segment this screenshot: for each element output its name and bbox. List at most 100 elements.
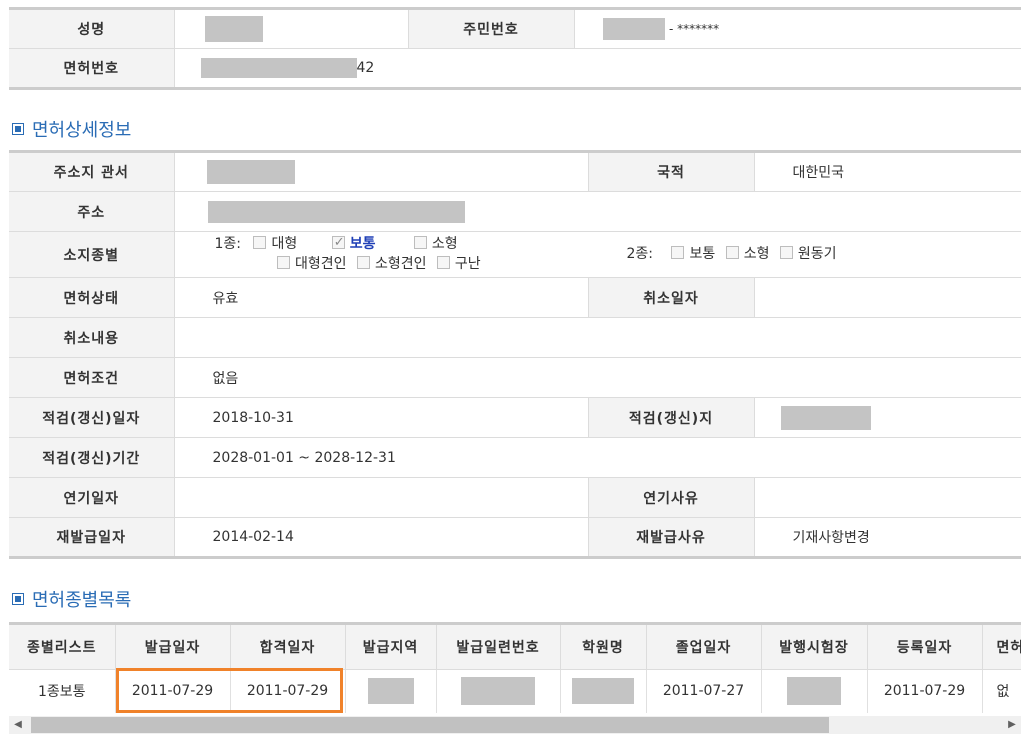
section-bullet-icon [12, 593, 24, 605]
license-no-tail: 42 [356, 60, 375, 76]
masked-value [602, 18, 665, 40]
col-header: 발급일련번호 [436, 625, 561, 670]
renew-place-label: 적검(갱신)지 [588, 397, 755, 438]
class2-label: 2종: [626, 246, 654, 262]
renew-period-value: 2028-01-01 ~ 2028-12-31 [174, 437, 1021, 478]
address-label: 주소 [9, 191, 175, 232]
checkbox-wrecker-label: 구난 [454, 256, 481, 272]
col-header: 종별리스트 [9, 625, 116, 670]
detail-table: 주소지 관서 국적 대한민국 주소 소지종별 1종: 대형 보통 소형 대형견인… [9, 150, 1021, 559]
table-row: 연기일자 연기사유 [9, 477, 1021, 518]
masked-value [787, 677, 841, 706]
rrn-suffix: - ******* [668, 22, 720, 36]
checkbox-large-tow[interactable] [276, 256, 290, 269]
col-header: 합격일자 [230, 625, 346, 670]
reissue-reason-label: 재발급사유 [588, 517, 755, 558]
checkbox-regular-label: 보통 [349, 236, 376, 252]
status-label: 면허상태 [9, 277, 175, 318]
masked-value [572, 678, 634, 705]
scroll-right-arrow-icon[interactable]: ▶ [1003, 716, 1021, 734]
delay-date-value [174, 477, 589, 518]
cancel-content-value [174, 317, 1021, 358]
detail-section-title-text: 면허상세정보 [32, 120, 132, 141]
cell-issue-serial [436, 669, 561, 713]
table-row: 적검(갱신)기간 2028-01-01 ~ 2028-12-31 [9, 437, 1021, 478]
rrn-label: 주민번호 [408, 8, 575, 49]
checkbox-class2-moped[interactable] [779, 246, 793, 259]
cancel-date-label: 취소일자 [588, 277, 755, 318]
checkbox-large[interactable] [253, 236, 267, 249]
license-type-value: 1종: 대형 보통 소형 대형견인 소형견인 구난 2종: 보통 소형 원동기 [174, 231, 1021, 278]
list-section-title-text: 면허종별목록 [32, 590, 132, 611]
highlight-box [116, 668, 343, 713]
cancel-content-label: 취소내용 [9, 317, 175, 358]
col-header: 졸업일자 [646, 625, 762, 670]
col-header: 면허 [982, 625, 1021, 670]
reissue-reason-value: 기재사항변경 [792, 530, 870, 546]
table-row: 취소내용 [9, 317, 1021, 358]
table-row: 적검(갱신)일자 2018-10-31 적검(갱신)지 [9, 397, 1021, 438]
checkbox-large-tow-label: 대형견인 [294, 256, 347, 272]
table-row: 면허번호 42 [9, 48, 1021, 89]
checkbox-small-tow[interactable] [356, 256, 370, 269]
cancel-date-value [754, 277, 1021, 318]
cell-graduation-date: 2011-07-27 [646, 669, 762, 713]
checkbox-class2-regular[interactable] [671, 246, 685, 259]
license-type-label: 소지종별 [9, 231, 175, 278]
checkbox-class2-small[interactable] [725, 246, 739, 259]
renew-date-label: 적검(갱신)일자 [9, 397, 175, 438]
masked-value [461, 677, 535, 706]
condition-label: 면허조건 [9, 357, 175, 398]
col-header: 발행시험장 [761, 625, 868, 670]
cell-type: 1종보통 [9, 669, 116, 713]
delay-reason-value [754, 477, 1021, 518]
checkbox-small-label: 소형 [431, 236, 458, 252]
delay-reason-label: 연기사유 [588, 477, 755, 518]
name-value [174, 8, 409, 49]
masked-value [206, 160, 295, 184]
header-row: 종별리스트 발급일자 합격일자 발급지역 발급일련번호 학원명 졸업일자 발행시… [9, 625, 1021, 670]
table-row: 소지종별 1종: 대형 보통 소형 대형견인 소형견인 구난 2종: 보통 소형… [9, 231, 1021, 278]
cell-academy [560, 669, 647, 713]
checkbox-small-tow-label: 소형견인 [374, 256, 427, 272]
office-value [174, 151, 589, 192]
masked-value [780, 405, 871, 430]
address-value [174, 191, 1021, 232]
rrn-value: - ******* [574, 8, 1021, 49]
checkbox-small[interactable] [413, 236, 427, 249]
renew-place-value [754, 397, 1021, 438]
table-row: 면허상태 유효 취소일자 [9, 277, 1021, 318]
reissue-date-label: 재발급일자 [9, 517, 175, 558]
table-row: 재발급일자 2014-02-14 재발급사유 기재사항변경 [9, 517, 1021, 558]
col-header: 발급일자 [115, 625, 231, 670]
basic-info-table: 성명 주민번호 - ******* 면허번호 42 [9, 7, 1021, 90]
scroll-left-arrow-icon[interactable]: ◀ [9, 716, 27, 734]
horizontal-scrollbar[interactable]: ◀ ▶ [9, 716, 1021, 734]
license-no-label: 면허번호 [9, 48, 175, 89]
checkbox-regular[interactable] [331, 233, 345, 253]
masked-value [207, 200, 465, 223]
office-label: 주소지 관서 [9, 151, 175, 192]
condition-value: 없음 [174, 357, 1021, 398]
license-no-value: 42 [174, 49, 1021, 89]
checkbox-class2-small-label: 소형 [743, 246, 770, 262]
class1-group: 1종: 대형 보통 소형 대형견인 소형견인 구난 [215, 233, 491, 274]
col-header: 학원명 [560, 625, 647, 670]
checkbox-wrecker[interactable] [436, 256, 450, 269]
nationality-label: 국적 [588, 151, 755, 192]
list-section-title: 면허종별목록 [12, 586, 131, 612]
delay-date-label: 연기일자 [9, 477, 175, 518]
table-row: 성명 주민번호 - ******* [9, 8, 1021, 49]
status-value: 유효 [174, 277, 589, 318]
col-header: 등록일자 [867, 625, 983, 670]
checkbox-class2-regular-label: 보통 [689, 246, 716, 262]
renew-period-label: 적검(갱신)기간 [9, 437, 175, 478]
cell-issue-region [345, 669, 437, 713]
cell-exam-site [761, 669, 868, 713]
scrollbar-thumb[interactable] [31, 717, 829, 733]
reissue-date-value: 2014-02-14 [174, 517, 589, 558]
checkbox-large-label: 대형 [271, 236, 298, 252]
renew-date-value: 2018-10-31 [174, 397, 589, 438]
nationality-value: 대한민국 [754, 151, 1021, 192]
table-row: 주소 [9, 191, 1021, 232]
